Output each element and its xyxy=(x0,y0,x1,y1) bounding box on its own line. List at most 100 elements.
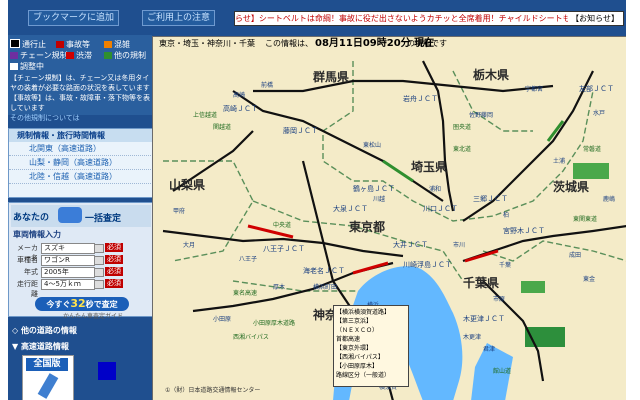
traffic-info-window: ブックマークに追加 ご利用上の注意 らせ】シートベルトは命綱！事故に役だ出さない… xyxy=(8,0,626,400)
bookmark-button[interactable]: ブックマークに追加 xyxy=(28,10,120,26)
national-map-button[interactable]: 全国版 xyxy=(22,355,74,400)
label-tomei: 東名高速 xyxy=(233,289,257,297)
car-info-title: 車両情報入力 xyxy=(13,230,61,239)
assessment-title: あなたの xyxy=(13,213,50,223)
legend-closed: 通行止 xyxy=(10,39,46,50)
label-kenodo: 圏央道 xyxy=(453,123,471,131)
legend-congestion: 混雑 xyxy=(104,39,130,50)
year-select[interactable]: 2005年 xyxy=(41,267,95,278)
town-takasaki: 高崎 xyxy=(233,91,245,99)
jct-hachioji: 八王子ＪＣＴ xyxy=(263,245,305,253)
regulation-link-kitakanto[interactable]: 北関東（高速道路） xyxy=(9,142,153,156)
label-kanetsu: 関越道 xyxy=(213,123,231,131)
route-legend-sign: 【横浜横須賀道路】 【第三京浜】 （ＮＥＸＣＯ） 首都高速 【東京外環】 【西湘… xyxy=(333,305,409,387)
label-chuo: 中央道 xyxy=(273,221,291,229)
maker-row: メーカー名 スズキ 必須 xyxy=(17,243,123,262)
jct-ukishima: 川崎浮島ＪＣＴ xyxy=(403,260,452,269)
town-yokohama-machida: 横浜町田 xyxy=(313,283,337,291)
car-assessment-ad: あなたの 一括査定 車両情報入力 メーカー名 スズキ 必須 車種名 ワゴンR 必… xyxy=(8,202,154,320)
japan-map-icon xyxy=(37,373,59,399)
town-urawa: 浦和 xyxy=(429,185,441,193)
jct-takasaki: 高崎ＪＣＴ xyxy=(223,104,258,113)
car-icon xyxy=(58,207,82,223)
label-seisho: 西湘バイパス xyxy=(233,333,269,341)
pref-ibaraki: 茨城県 xyxy=(553,179,589,194)
town-hachioji: 八王子 xyxy=(239,256,257,263)
jct-misato: 三郷ＪＣＴ xyxy=(473,194,508,203)
map-credit: ①（財）日本道路交通情報センター xyxy=(165,387,261,394)
pref-saitama: 埼玉県 xyxy=(411,159,447,174)
quote-guide-link[interactable]: かんたん車査定ガイド xyxy=(63,311,123,320)
town-narita: 成田 xyxy=(569,251,581,259)
label-tateyama: 館山道 xyxy=(493,367,511,375)
legend-jam: 渋滞 xyxy=(66,50,92,61)
adjusting-swatch-icon xyxy=(10,63,18,70)
town-chiba: 千葉 xyxy=(499,261,511,269)
town-otsuki: 大月 xyxy=(183,241,195,249)
ticker-text: らせ】シートベルトは命綱！事故に役だ出さないようカチッと全席着用！チャイルドシー… xyxy=(235,14,611,23)
notice-link[interactable]: 【お知らせ】 xyxy=(568,12,619,25)
accident-swatch-icon xyxy=(56,41,64,48)
congestion-swatch-icon xyxy=(104,41,112,48)
map-legend: 通行止 事故等 混雑 チェーン規制 渋滞 他の規制 調整中 【チェーン規制】は、… xyxy=(8,35,152,122)
jct-kawaguchi: 川口ＪＣＴ xyxy=(423,205,458,213)
regulation-title: 規制情報・旅行時間情報 xyxy=(9,129,153,142)
town-kofu: 甲府 xyxy=(173,207,185,215)
quick-quote-button[interactable]: 今すぐ32秒で査定 xyxy=(35,297,129,311)
other-roads-heading[interactable]: ◇ 他の道路の情報 xyxy=(12,325,77,336)
pref-tokyo: 東京都 xyxy=(349,219,385,234)
mileage-select[interactable]: 4～5万ｋｍ xyxy=(41,279,95,290)
jct-tsurugashima: 鶴ヶ島ＪＣＴ xyxy=(353,184,395,193)
town-funabashi: 市川 xyxy=(453,241,465,249)
region-selector-icon[interactable] xyxy=(98,362,116,380)
jct-oizumi: 大泉ＪＣＴ xyxy=(333,204,368,213)
model-dropdown-icon[interactable] xyxy=(94,256,104,265)
map-lead: この情報は、 xyxy=(265,39,313,48)
town-mito: 水戸 xyxy=(593,109,605,117)
other-regulations-link[interactable]: その他規制については xyxy=(10,114,80,122)
town-sano: 佐野藤岡 xyxy=(469,111,493,119)
news-ticker: らせ】シートベルトは命綱！事故に役だ出さないようカチッと全席着用！チャイルドシー… xyxy=(234,11,624,26)
jam-swatch-icon xyxy=(66,52,74,59)
town-kashima: 鹿嶋 xyxy=(603,195,615,203)
town-tsuchiura: 土浦 xyxy=(553,157,565,165)
town-kawagoe: 川越 xyxy=(373,195,385,203)
assessment-header: あなたの 一括査定 xyxy=(11,205,151,227)
traffic-map-panel: 東京・埼玉・神奈川・千葉 この情報は、 08月11日09時20分 現在 の情報で… xyxy=(152,36,626,400)
other-swatch-icon xyxy=(104,52,112,59)
town-ichihara: 市原 xyxy=(493,295,505,303)
maker-dropdown-icon[interactable] xyxy=(94,244,104,253)
usage-notes-button[interactable]: ご利用上の注意 xyxy=(142,10,216,26)
year-dropdown-icon[interactable] xyxy=(94,268,104,277)
town-maebashi: 前橋 xyxy=(261,81,273,89)
jct-ebina: 海老名ＪＣＴ xyxy=(303,266,345,275)
chain-swatch-icon xyxy=(10,52,18,59)
pref-chiba: 千葉県 xyxy=(463,275,499,290)
legend-accident: 事故等 xyxy=(56,39,90,50)
mileage-dropdown-icon[interactable] xyxy=(94,280,104,289)
map-header: 東京・埼玉・神奈川・千葉 この情報は、 08月11日09時20分 現在 の情報で… xyxy=(153,37,626,51)
mileage-row: 走行距離 4～5万ｋｍ 必須 xyxy=(17,279,123,298)
label-higashikanto: 東関東道 xyxy=(573,215,597,223)
label-tohoku: 東北道 xyxy=(453,145,471,153)
national-label: 全国版 xyxy=(26,358,68,371)
maker-select[interactable]: スズキ xyxy=(41,243,95,254)
required-badge: 必須 xyxy=(105,243,123,252)
regulation-link-hokuriku[interactable]: 北陸・信越（高速道路） xyxy=(9,170,153,184)
jct-fujioka: 藤岡ＪＣＴ xyxy=(283,126,318,135)
pref-tochigi: 栃木県 xyxy=(473,67,509,82)
label-odawara: 小田原厚木道路 xyxy=(253,319,295,327)
required-badge: 必須 xyxy=(105,279,123,288)
town-atsugi: 厚木 xyxy=(273,283,285,291)
year-row: 年式 2005年 必須 xyxy=(24,267,123,278)
closed-swatch-icon xyxy=(10,39,20,48)
town-kimitsu: 君津 xyxy=(483,346,495,353)
jct-oi: 大井ＪＣＴ xyxy=(393,240,428,249)
legend-note: 【チェーン規制】は、チェーン又は冬用タイヤの装着が必要な路面の状況を表しています… xyxy=(10,74,150,122)
jct-iwafune: 岩舟ＪＣＴ xyxy=(403,94,438,103)
legend-chain: チェーン規制 xyxy=(10,50,68,61)
regulation-link-yamanashi[interactable]: 山梨・静岡（高速道路） xyxy=(9,156,153,170)
top-bar: ブックマークに追加 ご利用上の注意 らせ】シートベルトは命綱！事故に役だ出さない… xyxy=(8,10,626,26)
expressway-info-heading[interactable]: ▼ 高速道路情報 xyxy=(12,341,69,352)
model-select[interactable]: ワゴンR xyxy=(41,255,95,266)
